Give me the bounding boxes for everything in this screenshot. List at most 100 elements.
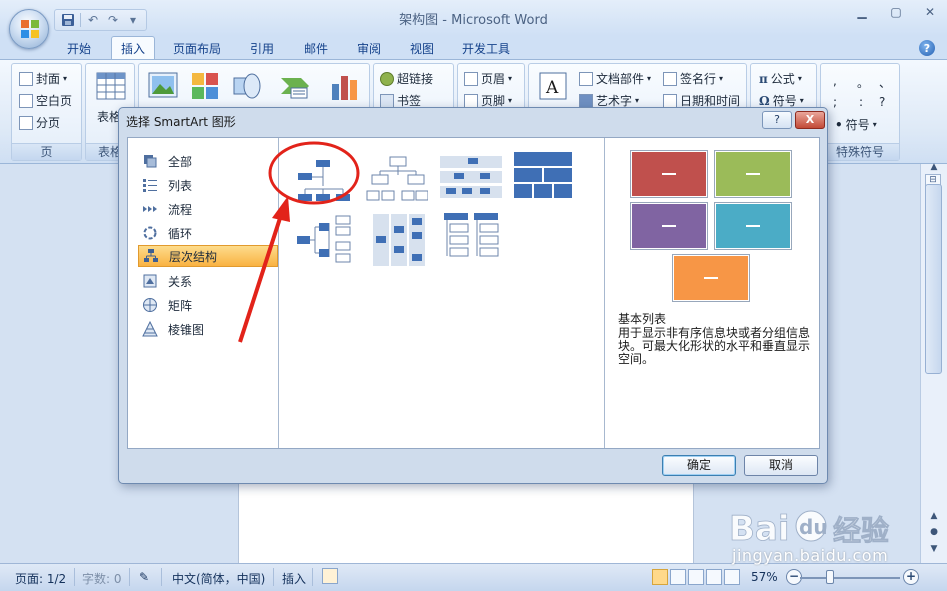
pages-group: 封面 ▾ 空白页 分页 页	[11, 63, 82, 161]
more-symbols-button[interactable]: • 符号 ▾	[835, 116, 877, 133]
web-layout-icon[interactable]	[688, 569, 704, 585]
window-title: 架构图 - Microsoft Word	[399, 13, 548, 28]
equation-button[interactable]: π 公式 ▾	[759, 70, 802, 87]
horizontal-hierarchy-layout-icon[interactable]	[292, 214, 354, 266]
page-count[interactable]: 页面: 1/2	[15, 570, 66, 587]
title-bar: ↶ ↷ ▾ 架构图 - Microsoft Word ▁ ▢ ✕	[0, 0, 947, 36]
status-separator	[312, 568, 313, 586]
punct-colon[interactable]: :	[859, 95, 863, 109]
punct-semicolon[interactable]: ;	[833, 95, 837, 109]
tab-page-layout[interactable]: 页面布局	[173, 40, 221, 57]
outline-view-icon[interactable]	[706, 569, 722, 585]
shapes-icon[interactable]	[231, 70, 263, 102]
word-count[interactable]: 字数: 0	[82, 570, 122, 587]
print-layout-view-icon[interactable]	[652, 569, 668, 585]
scroll-down-icon[interactable]: ▼	[926, 544, 942, 558]
help-icon[interactable]: ?	[919, 40, 935, 56]
cover-page-icon	[19, 71, 33, 86]
quick-parts-button[interactable]: 文档部件 ▾	[579, 70, 651, 87]
zoom-in-button[interactable]: +	[903, 569, 919, 585]
category-list-item[interactable]: 列表	[138, 174, 278, 196]
dialog-close-button[interactable]: X	[795, 111, 825, 129]
org-chart-layout-icon[interactable]	[292, 153, 354, 205]
maximize-button[interactable]: ▢	[879, 2, 913, 22]
layout-gallery	[280, 138, 605, 448]
scroll-up-icon[interactable]: ▲	[926, 162, 942, 176]
dialog-help-button[interactable]: ?	[762, 111, 792, 129]
tab-references[interactable]: 引用	[250, 40, 274, 57]
horizontal-labeled-hierarchy-layout-icon[interactable]	[366, 214, 428, 266]
category-cycle[interactable]: 循环	[138, 222, 278, 244]
picture-icon[interactable]	[147, 70, 179, 102]
scroll-select-icon[interactable]: ●	[926, 527, 942, 541]
draft-view-icon[interactable]	[724, 569, 740, 585]
zoom-slider-track[interactable]	[800, 577, 900, 579]
category-matrix[interactable]: 矩阵	[138, 294, 278, 316]
hierarchy-icon	[144, 249, 158, 262]
special-symbols-group-label: 特殊符号	[821, 143, 899, 160]
header-icon	[464, 71, 478, 86]
matrix-icon	[143, 298, 157, 312]
punct-question[interactable]: ?	[879, 95, 885, 109]
svg-text:du: du	[799, 515, 828, 539]
svg-text:Bai: Bai	[729, 509, 790, 549]
scroll-page-up-icon[interactable]: ▲	[926, 511, 942, 525]
text-box-icon[interactable]: A	[537, 70, 569, 102]
category-hierarchy[interactable]: 层次结构	[138, 245, 278, 267]
tab-insert[interactable]: 插入	[111, 36, 156, 60]
pyramid-icon	[142, 321, 158, 337]
table-hierarchy-layout-icon[interactable]	[512, 150, 574, 202]
pi-icon: π	[759, 71, 768, 86]
zoom-slider-thumb[interactable]	[826, 570, 834, 584]
full-screen-reading-icon[interactable]	[670, 569, 686, 585]
blank-page-button[interactable]: 空白页	[19, 92, 72, 109]
cover-page-button[interactable]: 封面 ▾	[19, 70, 67, 87]
smartart-icon[interactable]	[279, 70, 311, 102]
office-button[interactable]	[9, 9, 49, 49]
tab-view[interactable]: 视图	[410, 40, 434, 57]
preview-pane: 基本列表 用于显示非有序信息块或者分组信息块。可最大化形状的水平和垂直显示空间。	[606, 138, 820, 448]
date-time-icon	[663, 93, 677, 108]
punct-comma[interactable]: ,	[833, 74, 837, 88]
tab-review[interactable]: 审阅	[357, 40, 381, 57]
hierarchy-layout-icon[interactable]	[366, 153, 428, 205]
category-relationship[interactable]: 关系	[138, 270, 278, 292]
hierarchy-list-layout-icon[interactable]	[440, 212, 502, 264]
punct-period[interactable]: 。	[857, 74, 869, 91]
insert-mode[interactable]: 插入	[282, 570, 306, 587]
header-button[interactable]: 页眉 ▾	[464, 70, 512, 87]
omega-icon: Ω	[759, 93, 770, 108]
signature-line-button[interactable]: 签名行 ▾	[663, 70, 723, 87]
tab-home[interactable]: 开始	[67, 40, 91, 57]
scroll-thumb[interactable]	[925, 184, 942, 374]
document-page[interactable]	[238, 479, 694, 569]
page-break-button[interactable]: 分页	[19, 114, 60, 131]
preview-shape-purple	[631, 203, 707, 249]
svg-text:经验: 经验	[833, 514, 889, 547]
chart-icon[interactable]	[329, 70, 361, 102]
status-separator	[161, 568, 162, 586]
bullet-icon: •	[835, 117, 843, 132]
labeled-hierarchy-layout-icon[interactable]	[440, 153, 502, 205]
zoom-level[interactable]: 57%	[751, 570, 778, 584]
punct-enum-comma[interactable]: 、	[879, 74, 891, 91]
proofing-icon[interactable]: ✎	[139, 570, 149, 584]
minimize-button[interactable]: ▁	[845, 2, 879, 22]
category-all[interactable]: 全部	[138, 150, 278, 172]
tab-developer[interactable]: 开发工具	[462, 40, 510, 57]
language-indicator[interactable]: 中文(简体，中国)	[172, 570, 265, 587]
preview-shape-red	[631, 151, 707, 197]
smartart-dialog: 选择 SmartArt 图形 ? X 全部 列表 流程 循环 层次结构 关系 矩…	[118, 107, 828, 484]
category-pyramid[interactable]: 棱锥图	[138, 318, 278, 340]
cancel-button[interactable]: 取消	[744, 455, 818, 476]
hyperlink-button[interactable]: 超链接	[380, 70, 433, 87]
macro-record-icon[interactable]	[322, 568, 338, 584]
ok-button[interactable]: 确定	[662, 455, 736, 476]
close-button[interactable]: ✕	[913, 2, 947, 22]
dialog-title: 选择 SmartArt 图形	[126, 115, 236, 129]
category-process[interactable]: 流程	[138, 198, 278, 220]
tab-mailings[interactable]: 邮件	[304, 40, 328, 57]
clip-art-icon[interactable]	[189, 70, 221, 102]
special-symbols-group: , 。 、 ; : ? • 符号 ▾ 特殊符号	[820, 63, 900, 161]
vertical-scrollbar[interactable]: ⊟ ▲ ▲ ● ▼	[920, 162, 947, 563]
